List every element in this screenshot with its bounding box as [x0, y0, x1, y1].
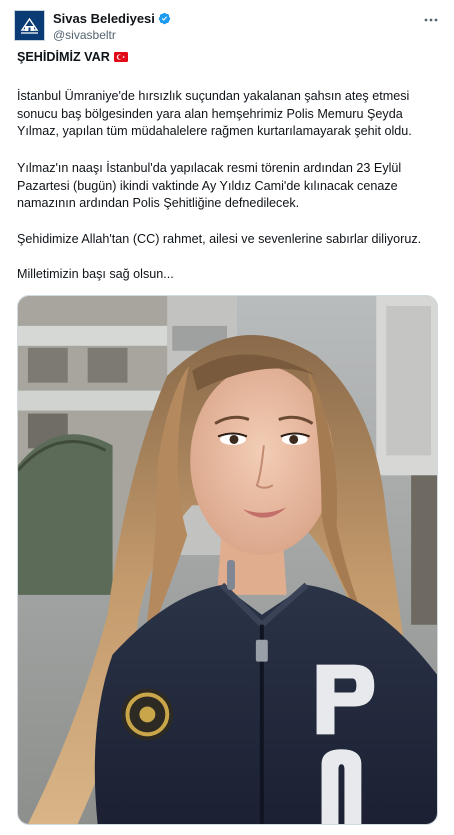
tweet-card: Sivas Belediyesi @sivasbeltr ŞEHİDİMİZ V… [0, 0, 454, 835]
account-handle[interactable]: @sivasbeltr [53, 28, 171, 42]
post-headline-row: ŞEHİDİMİZ VAR [17, 49, 436, 67]
verified-badge-icon [158, 12, 171, 25]
post-paragraph-1: İstanbul Ümraniye'de hırsızlık suçundan … [17, 89, 412, 139]
tweet-header: Sivas Belediyesi @sivasbeltr [14, 9, 442, 45]
municipality-logo-icon [17, 13, 42, 38]
post-paragraph-2: Yılmaz'ın naaşı İstanbul'da yapılacak re… [17, 161, 402, 211]
post-photo[interactable] [17, 295, 438, 825]
avatar[interactable] [14, 10, 45, 41]
selfie-photo [18, 296, 437, 824]
post-headline: ŞEHİDİMİZ VAR [17, 50, 110, 64]
more-options-button[interactable] [420, 9, 442, 31]
turkey-flag-icon [113, 52, 128, 62]
post-paragraph-4: Milletimizin başı sağ olsun... [17, 267, 174, 281]
account-names: Sivas Belediyesi @sivasbeltr [53, 10, 171, 42]
post-paragraph-3: Şehidimize Allah'tan (CC) rahmet, ailesi… [17, 232, 422, 246]
display-name[interactable]: Sivas Belediyesi [53, 11, 155, 26]
more-options-icon [424, 18, 438, 22]
